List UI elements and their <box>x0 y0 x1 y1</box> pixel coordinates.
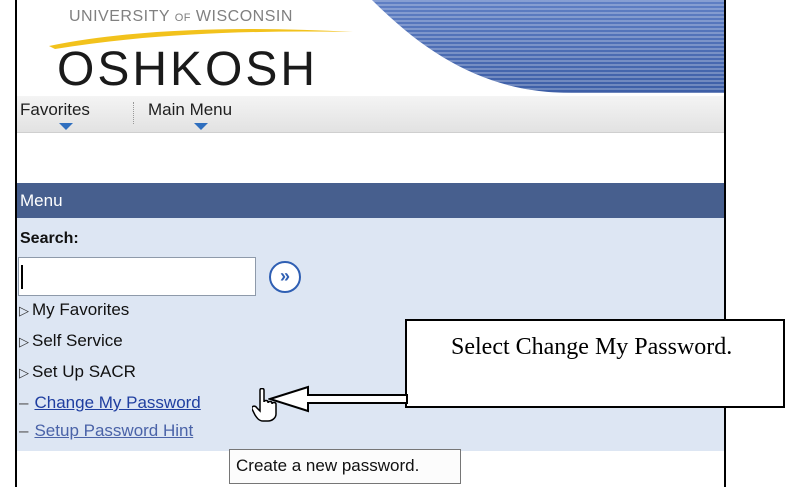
menu-link-change-my-password[interactable]: – Change My Password <box>19 393 201 413</box>
menu-header: Menu <box>17 183 724 218</box>
expand-triangle-icon: ▷ <box>19 334 29 349</box>
menu-folder-my-favorites[interactable]: ▷ My Favorites <box>19 300 129 320</box>
expand-triangle-icon: ▷ <box>19 303 29 318</box>
nav-main-menu[interactable]: Main Menu <box>148 100 232 120</box>
instruction-callout: Select Change My Password. <box>405 319 785 408</box>
favorites-dropdown-arrow-icon[interactable] <box>59 123 73 130</box>
main-menu-dropdown-arrow-icon[interactable] <box>194 123 208 130</box>
logo-oshkosh: OSHKOSH <box>57 43 319 96</box>
search-input[interactable] <box>18 257 256 296</box>
menu-link-setup-password-hint[interactable]: – Setup Password Hint <box>19 421 193 441</box>
hand-pointer-icon <box>252 388 277 422</box>
leaf-dash: – <box>19 421 29 440</box>
menu-folder-self-service[interactable]: ▷ Self Service <box>19 331 123 351</box>
setup-password-hint-link[interactable]: Setup Password Hint <box>34 421 193 440</box>
callout-text: Select Change My Password. <box>451 334 733 360</box>
search-label: Search: <box>20 230 79 247</box>
menu-folder-set-up-sacr[interactable]: ▷ Set Up SACR <box>19 362 136 382</box>
header-banner: UNIVERSITY OF WISCONSIN OSHKOSH <box>17 0 724 98</box>
expand-triangle-icon: ▷ <box>19 365 29 380</box>
nav-separator <box>133 102 135 124</box>
leaf-dash: – <box>19 393 29 412</box>
callout-arrow-icon <box>268 385 408 413</box>
tooltip: Create a new password. <box>229 449 461 484</box>
top-nav-bar: Favorites Main Menu <box>17 96 724 133</box>
text-caret <box>21 265 23 289</box>
banner-stripes <box>372 0 724 93</box>
nav-favorites[interactable]: Favorites <box>20 100 90 120</box>
search-go-button[interactable]: » <box>269 261 301 293</box>
change-my-password-link[interactable]: Change My Password <box>34 393 200 412</box>
menu-title: Menu <box>20 191 63 210</box>
